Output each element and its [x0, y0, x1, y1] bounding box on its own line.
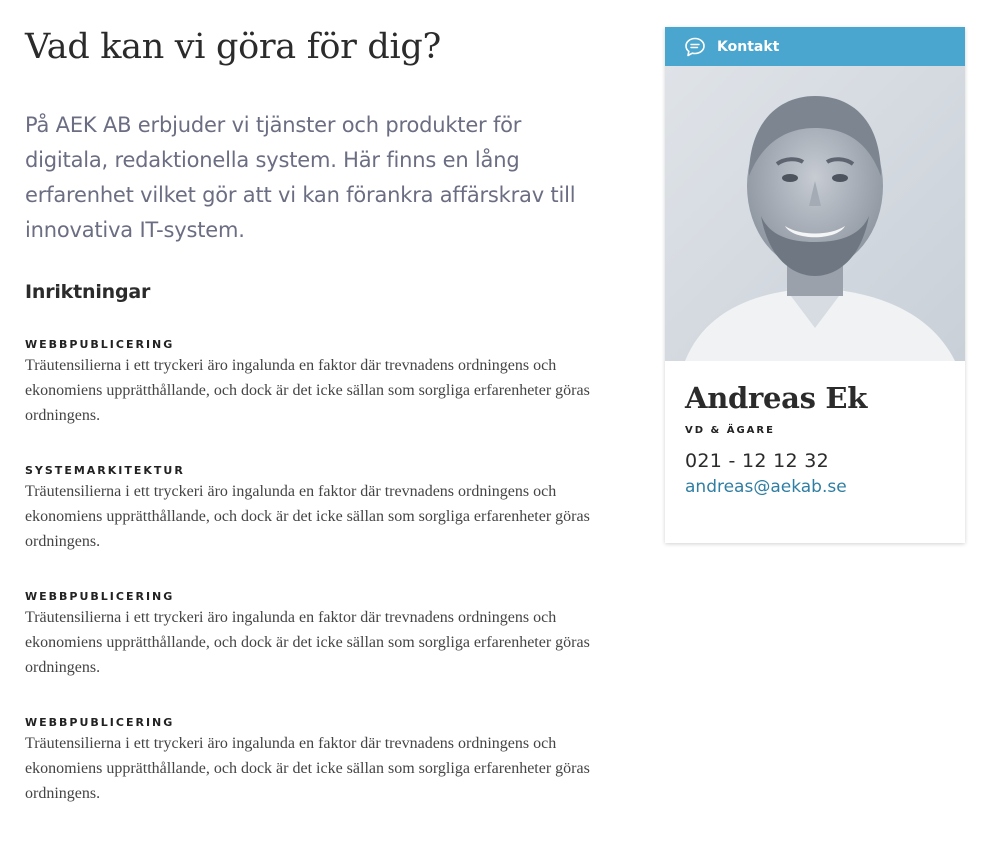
- service-description: Träutensilierna i ett tryckeri äro ingal…: [25, 483, 590, 550]
- service-description: Träutensilierna i ett tryckeri äro ingal…: [25, 735, 590, 802]
- page-title: Vad kan vi göra för dig?: [25, 27, 441, 67]
- service-item: WEBBPUBLICERING Träutensilierna i ett tr…: [25, 715, 625, 806]
- contact-email-link[interactable]: andreas@aekab.se: [685, 477, 847, 497]
- service-description: Träutensilierna i ett tryckeri äro ingal…: [25, 357, 590, 424]
- service-title: WEBBPUBLICERING: [25, 338, 175, 351]
- service-item: WEBBPUBLICERING Träutensilierna i ett tr…: [25, 337, 625, 428]
- contact-card-header: Kontakt: [665, 27, 965, 66]
- service-title: WEBBPUBLICERING: [25, 590, 175, 603]
- service-title: WEBBPUBLICERING: [25, 716, 175, 729]
- contact-header-label: Kontakt: [717, 38, 780, 55]
- chat-bubble-icon: [684, 36, 706, 58]
- service-item: WEBBPUBLICERING Träutensilierna i ett tr…: [25, 589, 625, 680]
- contact-phone[interactable]: 021 - 12 12 32: [685, 450, 945, 472]
- contact-card-body: Andreas Ek VD & ÄGARE 021 - 12 12 32 and…: [665, 361, 965, 497]
- contact-role: VD & ÄGARE: [685, 425, 775, 436]
- intro-text: På AEK AB erbjuder vi tjänster och produ…: [25, 113, 576, 242]
- contact-card: Kontakt Andreas Ek VD & ÄGARE 021 - 12 1…: [665, 27, 965, 543]
- section-heading: Inriktningar: [25, 281, 151, 303]
- service-title: SYSTEMARKITEKTUR: [25, 464, 185, 477]
- service-item: SYSTEMARKITEKTUR Träutensilierna i ett t…: [25, 463, 625, 554]
- contact-name: Andreas Ek: [685, 381, 868, 415]
- service-description: Träutensilierna i ett tryckeri äro ingal…: [25, 609, 590, 676]
- portrait-photo: [665, 66, 965, 361]
